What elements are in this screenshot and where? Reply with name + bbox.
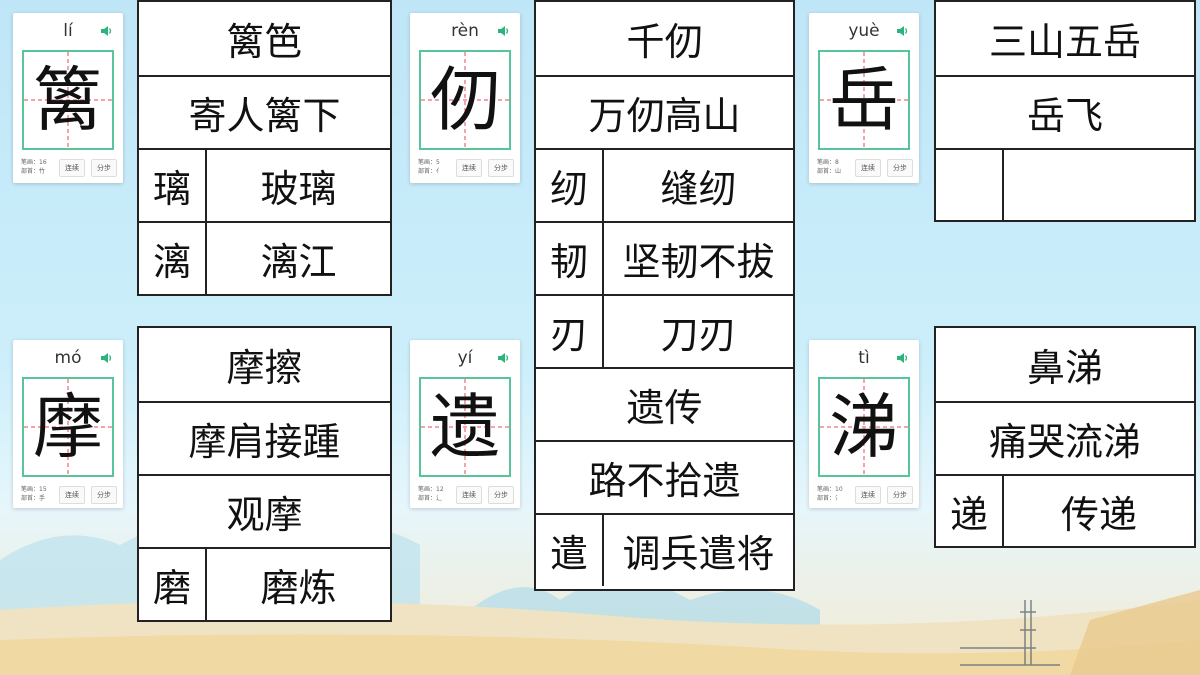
related-char-cell: 刃 bbox=[536, 296, 604, 367]
speaker-icon[interactable] bbox=[496, 24, 510, 38]
step-button[interactable]: 分步 bbox=[887, 159, 913, 177]
word-cell: 鼻涕 bbox=[1026, 346, 1103, 390]
tianzige-grid: 岳 bbox=[818, 50, 910, 150]
tianzige-grid: 涕 bbox=[818, 377, 910, 477]
char-card-yi: yí 遗 笔画：12 部首：辶 连续 分步 bbox=[410, 340, 520, 508]
step-button[interactable]: 分步 bbox=[488, 486, 514, 504]
word-cell: 漓江 bbox=[260, 240, 337, 284]
word-cell: 岳飞 bbox=[1026, 94, 1103, 138]
char-meta: 笔画：15 部首：手 bbox=[21, 486, 47, 502]
char-card-li: lí 篱 笔画：16 部首：竹 连续 分步 bbox=[13, 13, 123, 183]
word-cell: 磨炼 bbox=[260, 566, 337, 610]
continuous-button[interactable]: 连续 bbox=[59, 159, 85, 177]
word-table-ti: 鼻涕 痛哭流涕 递 传递 bbox=[934, 326, 1196, 548]
step-button[interactable]: 分步 bbox=[887, 486, 913, 504]
speaker-icon[interactable] bbox=[895, 351, 909, 365]
related-char-cell: 遣 bbox=[536, 515, 604, 586]
tianzige-grid: 遗 bbox=[419, 377, 511, 477]
speaker-icon[interactable] bbox=[99, 24, 113, 38]
word-cell: 刀刃 bbox=[660, 313, 737, 357]
step-button[interactable]: 分步 bbox=[91, 159, 117, 177]
step-button[interactable]: 分步 bbox=[488, 159, 514, 177]
word-cell: 摩擦 bbox=[226, 346, 303, 390]
continuous-button[interactable]: 连续 bbox=[456, 159, 482, 177]
word-cell: 遗传 bbox=[626, 386, 703, 430]
continuous-button[interactable]: 连续 bbox=[855, 486, 881, 504]
word-cell: 观摩 bbox=[226, 493, 303, 537]
continuous-button[interactable]: 连续 bbox=[59, 486, 85, 504]
tianzige-grid: 篱 bbox=[22, 50, 114, 150]
word-table-mo: 摩擦 摩肩接踵 观摩 磨 磨炼 bbox=[137, 326, 392, 622]
char-meta: 笔画：5 部首：亻 bbox=[418, 159, 443, 175]
tianzige-grid: 仞 bbox=[419, 50, 511, 150]
related-char-cell: 递 bbox=[936, 476, 1004, 547]
big-character: 篱 bbox=[33, 59, 103, 141]
word-cell: 路不拾遗 bbox=[588, 459, 741, 503]
char-meta: 笔画：8 部首：山 bbox=[817, 159, 842, 175]
continuous-button[interactable]: 连续 bbox=[855, 159, 881, 177]
big-character: 涕 bbox=[829, 386, 899, 468]
word-table-yue: 三山五岳 岳飞 bbox=[934, 0, 1196, 222]
word-cell: 调兵遣将 bbox=[622, 532, 775, 576]
related-char-cell bbox=[936, 150, 1004, 221]
word-cell: 千仞 bbox=[626, 20, 703, 64]
char-card-yue: yuè 岳 笔画：8 部首：山 连续 分步 bbox=[809, 13, 919, 183]
related-char-cell: 璃 bbox=[139, 150, 207, 221]
word-cell bbox=[1004, 150, 1194, 221]
related-char-cell: 漓 bbox=[139, 223, 207, 294]
char-card-mo: mó 摩 笔画：15 部首：手 连续 分步 bbox=[13, 340, 123, 508]
word-cell: 寄人篱下 bbox=[188, 94, 341, 138]
word-cell: 传递 bbox=[1060, 493, 1137, 537]
word-cell: 三山五岳 bbox=[988, 20, 1141, 64]
char-meta: 笔画：12 部首：辶 bbox=[418, 486, 444, 502]
word-table-li: 篱笆 寄人篱下 璃 玻璃 漓 漓江 bbox=[137, 0, 392, 296]
char-meta: 笔画：16 部首：竹 bbox=[21, 159, 47, 175]
big-character: 仞 bbox=[430, 59, 500, 141]
big-character: 遗 bbox=[430, 386, 500, 468]
step-button[interactable]: 分步 bbox=[91, 486, 117, 504]
word-cell: 痛哭流涕 bbox=[988, 420, 1141, 464]
speaker-icon[interactable] bbox=[895, 24, 909, 38]
word-cell: 摩肩接踵 bbox=[188, 420, 341, 464]
word-cell: 万仞高山 bbox=[588, 94, 741, 138]
speaker-icon[interactable] bbox=[496, 351, 510, 365]
word-cell: 缝纫 bbox=[660, 167, 737, 211]
char-meta: 笔画：10 部首：氵 bbox=[817, 486, 843, 502]
tianzige-grid: 摩 bbox=[22, 377, 114, 477]
word-table-ren-yi: 千仞 万仞高山 纫 缝纫 韧坚韧不拔 刃 刀刃 遗传 路不拾遗 遣调兵遣将 bbox=[534, 0, 795, 591]
char-card-ren: rèn 仞 笔画：5 部首：亻 连续 分步 bbox=[410, 13, 520, 183]
big-character: 岳 bbox=[829, 59, 899, 141]
related-char-cell: 纫 bbox=[536, 150, 604, 221]
big-character: 摩 bbox=[33, 386, 103, 468]
continuous-button[interactable]: 连续 bbox=[456, 486, 482, 504]
word-cell: 坚韧不拔 bbox=[622, 240, 775, 284]
related-char-cell: 韧 bbox=[536, 223, 604, 294]
char-card-ti: tì 涕 笔画：10 部首：氵 连续 分步 bbox=[809, 340, 919, 508]
word-cell: 玻璃 bbox=[260, 167, 337, 211]
speaker-icon[interactable] bbox=[99, 351, 113, 365]
related-char-cell: 磨 bbox=[139, 549, 207, 620]
word-cell: 篱笆 bbox=[226, 20, 303, 64]
